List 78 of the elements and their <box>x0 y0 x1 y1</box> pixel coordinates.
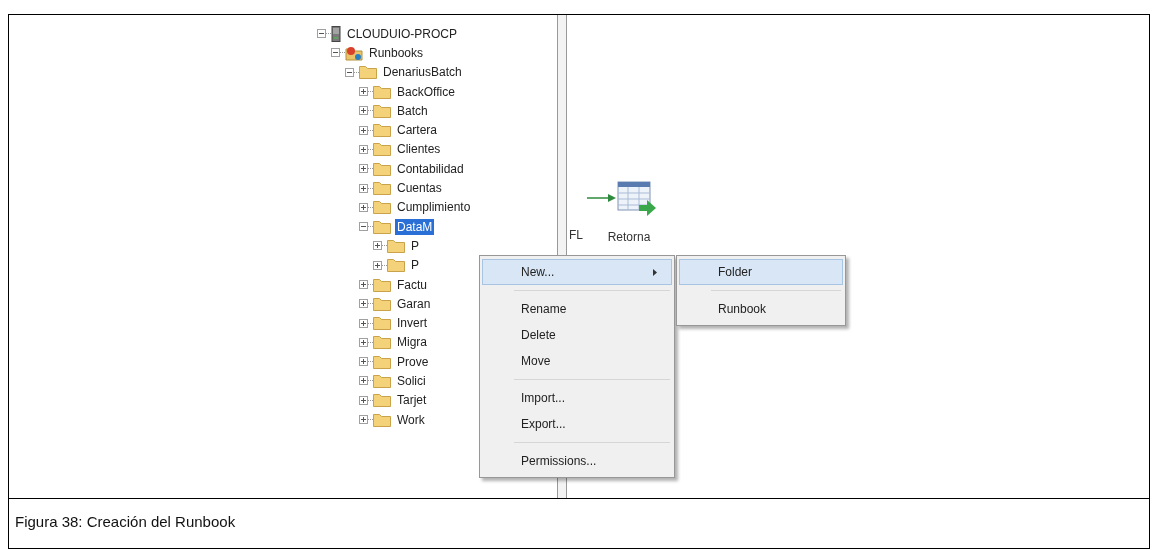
tree-item[interactable]: BackOffice <box>395 83 457 100</box>
folder-icon <box>373 296 391 311</box>
menu-item[interactable]: Delete <box>482 322 672 348</box>
tree-item[interactable]: CLOUDUIO-PROCP <box>345 25 459 42</box>
connector-arrow <box>587 193 617 203</box>
tree-item[interactable]: Cuentas <box>395 180 444 196</box>
menu-item[interactable]: Export... <box>482 411 672 437</box>
tree-item[interactable]: Garan <box>395 295 433 312</box>
folder-icon <box>373 123 391 138</box>
expander-icon[interactable] <box>359 87 368 97</box>
folder-icon <box>373 374 391 388</box>
figure-caption: Figura 38: Creación del Runbook <box>14 512 237 530</box>
tree-item[interactable]: DenariusBatch <box>381 64 464 81</box>
folder-icon <box>359 65 377 80</box>
folder-icon <box>373 316 391 331</box>
tree-item[interactable]: Cartera <box>395 122 439 139</box>
folder-icon <box>373 219 391 234</box>
expander-icon[interactable] <box>373 241 382 251</box>
expander-icon[interactable] <box>359 183 368 193</box>
menu-item[interactable]: Move <box>482 348 672 374</box>
runbooks-icon <box>345 44 363 61</box>
folder-icon <box>373 393 391 408</box>
folder-icon <box>373 354 391 369</box>
menu-item[interactable]: Runbook <box>679 296 843 322</box>
folder-icon <box>387 238 405 253</box>
expander-icon[interactable] <box>359 164 368 174</box>
submenu-arrow-icon <box>653 268 657 276</box>
folder-icon <box>387 258 405 273</box>
folder-icon <box>373 200 391 215</box>
tree-item[interactable]: Migra <box>395 334 429 351</box>
expander-icon[interactable] <box>359 299 368 309</box>
tree-item[interactable]: P <box>409 257 421 274</box>
tree-item[interactable]: Invert <box>395 315 429 332</box>
expander-icon[interactable] <box>359 202 368 212</box>
tree-item[interactable]: Cumplimiento <box>395 199 473 216</box>
table-icon <box>617 181 657 217</box>
tree-item[interactable]: Factu <box>395 276 429 293</box>
expander-icon[interactable] <box>359 395 368 405</box>
tree-item[interactable]: DataM <box>395 218 435 235</box>
folder-icon <box>373 161 391 176</box>
folder-icon <box>373 103 391 118</box>
tree-item[interactable]: Solici <box>395 373 428 389</box>
activity-label: FL <box>569 228 583 242</box>
expander-icon[interactable] <box>345 67 354 77</box>
expander-icon[interactable] <box>359 376 368 386</box>
menu-item[interactable]: Folder <box>679 259 843 285</box>
expander-icon[interactable] <box>359 415 368 425</box>
expander-icon[interactable] <box>359 280 368 289</box>
expander-icon[interactable] <box>359 337 368 347</box>
folder-icon <box>373 277 391 292</box>
menu-item[interactable]: Rename <box>482 296 672 322</box>
tree-item[interactable]: Contabilidad <box>395 160 466 177</box>
tree-item[interactable]: Batch <box>395 102 430 119</box>
tree-item[interactable]: Tarjet <box>395 392 429 409</box>
folder-icon <box>373 142 391 157</box>
folder-icon <box>373 181 391 195</box>
expander-icon[interactable] <box>359 144 368 154</box>
tree-item[interactable]: Prove <box>395 353 431 370</box>
expander-icon[interactable] <box>317 29 326 39</box>
menu-item[interactable]: Import... <box>482 385 672 411</box>
tree-item[interactable]: Clientes <box>395 141 443 158</box>
menu-item[interactable]: New... <box>482 259 672 285</box>
folder-icon <box>373 84 391 99</box>
expander-icon[interactable] <box>359 106 368 116</box>
expander-icon[interactable] <box>359 357 368 367</box>
folder-icon <box>373 335 391 350</box>
menu-item[interactable]: Permissions... <box>482 448 672 474</box>
expander-icon[interactable] <box>359 222 368 232</box>
tree-item[interactable]: Runbooks <box>367 44 426 61</box>
server-icon <box>331 25 341 42</box>
tree-item[interactable]: P <box>409 237 421 254</box>
expander-icon[interactable] <box>373 260 382 270</box>
activity-label: Retorna <box>607 229 651 246</box>
folder-icon <box>373 412 391 427</box>
expander-icon[interactable] <box>359 125 368 135</box>
expander-icon[interactable] <box>359 318 368 328</box>
expander-icon[interactable] <box>331 48 340 58</box>
tree-item[interactable]: Work <box>395 411 427 428</box>
